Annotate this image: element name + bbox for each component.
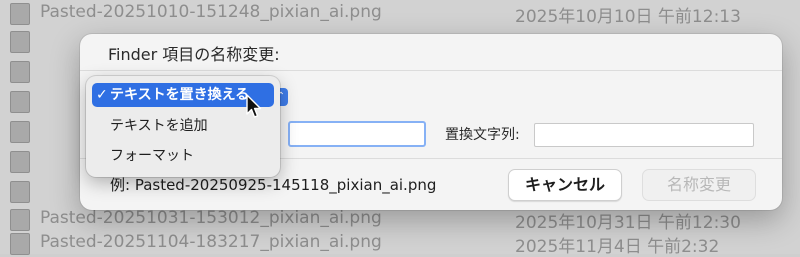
- checkmark-icon: ✓: [96, 87, 108, 103]
- image-file-icon: [10, 151, 30, 173]
- file-name: Pasted-20251031-153012_pixian_ai.png: [40, 208, 382, 228]
- mode-popup-menu: ✓ テキストを置き換える テキストを追加 フォーマット: [86, 76, 280, 177]
- file-name: Pasted-20251010-151248_pixian_ai.png: [40, 2, 382, 22]
- replace-label: 置換文字列:: [445, 127, 520, 143]
- image-file-icon: [10, 121, 30, 143]
- replace-text-field[interactable]: [534, 123, 754, 147]
- divider: [80, 70, 782, 71]
- menu-item-label: フォーマット: [110, 148, 194, 164]
- image-file-icon: [10, 91, 30, 113]
- file-date: 2025年11月4日 午前2:32: [515, 237, 720, 257]
- image-file-icon: [10, 3, 30, 25]
- mouse-pointer-icon: [246, 94, 262, 118]
- rename-button[interactable]: 名称変更: [642, 169, 756, 201]
- file-row: Pasted-20251010-151248_pixian_ai.png 202…: [0, 0, 800, 27]
- example-filename: 例: Pasted-20250925-145118_pixian_ai.png: [110, 176, 437, 194]
- image-file-icon: [10, 181, 30, 203]
- cancel-button[interactable]: キャンセル: [508, 169, 622, 201]
- image-file-icon: [10, 209, 30, 231]
- file-name: Pasted-20251104-183217_pixian_ai.png: [40, 232, 382, 252]
- file-date: 2025年10月10日 午前12:13: [515, 7, 741, 27]
- dialog-title: Finder 項目の名称変更:: [108, 45, 280, 64]
- image-file-icon: [10, 31, 30, 53]
- menu-item-label: テキストを置き換える: [110, 87, 250, 103]
- file-row: Pasted-20251104-183217_pixian_ai.png 202…: [0, 230, 800, 257]
- menu-item-label: テキストを追加: [110, 118, 208, 134]
- find-text-field[interactable]: [288, 121, 426, 147]
- image-file-icon: [10, 61, 30, 83]
- menu-item-format[interactable]: フォーマット: [92, 144, 274, 168]
- image-file-icon: [10, 233, 30, 255]
